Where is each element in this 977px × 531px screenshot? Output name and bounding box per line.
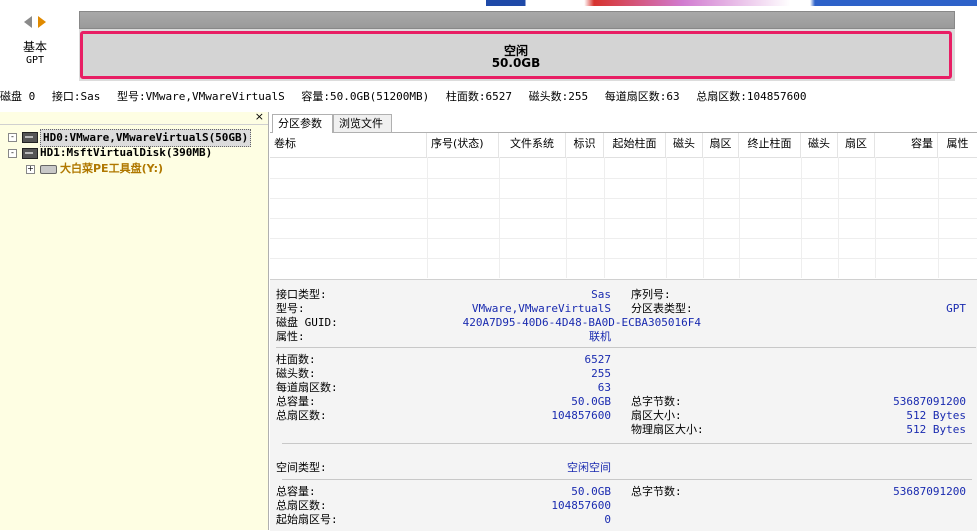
top-banner-strip [486, 0, 977, 6]
col-attributes[interactable]: 属性 [938, 133, 977, 157]
tab-bar: 分区参数 浏览文件 [270, 112, 977, 133]
free-total-sectors-label: 总扇区数: [276, 499, 327, 512]
physical-sector-size-value: 512 Bytes [906, 423, 966, 436]
interface-type-value: Sas [591, 288, 611, 301]
disk-info-capacity: 容量:50.0GB(51200MB) [301, 90, 430, 103]
partition-table-type-value: GPT [946, 302, 966, 315]
divider [282, 479, 972, 480]
partition-table: 卷标 序号(状态) 文件系统 标识 起始柱面 磁头 扇区 终止柱面 磁头 扇区 … [270, 133, 977, 278]
free-total-bytes-value: 53687091200 [893, 485, 966, 498]
table-row[interactable] [270, 178, 977, 199]
disk-details: 接口类型: Sas 序列号: 型号: VMware,VMwareVirtualS… [270, 279, 977, 531]
col-index-status[interactable]: 序号(状态) [427, 133, 499, 157]
tree-item-label: 大白菜PE工具盘(Y:) [60, 162, 164, 175]
table-row[interactable] [270, 198, 977, 219]
free-total-capacity-value: 50.0GB [571, 485, 611, 498]
cylinders-label: 柱面数: [276, 353, 316, 366]
table-row[interactable] [270, 218, 977, 239]
free-space-size: 50.0GB [491, 56, 541, 70]
sectors-per-track-label: 每道扇区数: [276, 381, 338, 394]
col-start-head[interactable]: 磁头 [666, 133, 703, 157]
heads-value: 255 [591, 367, 611, 380]
arrow-right-icon[interactable] [38, 16, 46, 28]
disk-guid-label: 磁盘 GUID: [276, 316, 338, 329]
partition-bar-header [79, 11, 955, 29]
disk-style-label: GPT [25, 55, 45, 66]
col-end-head[interactable]: 磁头 [801, 133, 838, 157]
col-capacity[interactable]: 容量 [875, 133, 938, 157]
disk-nav [22, 16, 50, 32]
model-label: 型号: [276, 302, 305, 315]
disk-info-disk: 磁盘 0 [0, 90, 36, 103]
partition-table-type-label: 分区表类型: [631, 302, 693, 315]
divider [282, 443, 972, 444]
free-total-sectors-value: 104857600 [551, 499, 611, 512]
partition-bar: 空闲 50.0GB [79, 11, 955, 81]
free-total-capacity-label: 总容量: [276, 485, 316, 498]
disk-info-heads: 磁头数:255 [528, 90, 589, 103]
usb-drive-icon [40, 165, 57, 174]
col-start-sector[interactable]: 扇区 [703, 133, 739, 157]
tab-browse-files[interactable]: 浏览文件 [333, 114, 392, 132]
disk-map-area: 基本 GPT 空闲 50.0GB [0, 0, 977, 88]
col-end-sector[interactable]: 扇区 [838, 133, 875, 157]
disk-info-line: 磁盘 0 接口:Sas 型号:VMware,VMwareVirtualS 容量:… [0, 89, 977, 107]
space-type-value: 空闲空间 [567, 461, 611, 474]
total-bytes-label: 总字节数: [631, 395, 682, 408]
divider [276, 347, 976, 348]
disk-info-spt: 每道扇区数:63 [604, 90, 680, 103]
total-capacity-value: 50.0GB [571, 395, 611, 408]
disk-info-total-sectors: 总扇区数:104857600 [696, 90, 807, 103]
total-sectors-value: 104857600 [551, 409, 611, 422]
attribute-value: 联机 [589, 330, 611, 343]
sector-size-value: 512 Bytes [906, 409, 966, 422]
detail-panel: 分区参数 浏览文件 卷标 序号(状态) 文件系统 标识 起始柱面 磁头 扇区 终… [270, 112, 977, 531]
disk-info-interface: 接口:Sas [51, 90, 101, 103]
free-total-bytes-label: 总字节数: [631, 485, 682, 498]
col-filesystem[interactable]: 文件系统 [499, 133, 566, 157]
disk-tree-panel: × - HD0:VMware,VMwareVirtualS(50GB) - HD… [0, 111, 269, 530]
table-row[interactable] [270, 238, 977, 259]
space-type-label: 空间类型: [276, 461, 327, 474]
hard-disk-icon [22, 148, 38, 159]
cylinders-value: 6527 [584, 353, 612, 366]
disk-guid-value: 420A7D95-40D6-4D48-BA0D-ECBA305016F4 [462, 316, 701, 329]
model-value: VMware,VMwareVirtualS [471, 302, 611, 315]
total-sectors-label: 总扇区数: [276, 409, 327, 422]
sector-size-label: 扇区大小: [631, 409, 682, 422]
attribute-label: 属性: [276, 330, 305, 343]
hard-disk-icon [22, 132, 38, 143]
tree-item-label: HD1:MsftVirtualDisk(390MB) [40, 146, 213, 159]
disk-type-label: 基本 [22, 40, 47, 54]
close-icon[interactable]: × [255, 111, 264, 123]
disk-info-cylinders: 柱面数:6527 [445, 90, 513, 103]
partition-table-header: 卷标 序号(状态) 文件系统 标识 起始柱面 磁头 扇区 终止柱面 磁头 扇区 … [270, 133, 977, 158]
table-row[interactable] [270, 158, 977, 179]
col-volume-label[interactable]: 卷标 [270, 133, 427, 157]
col-id[interactable]: 标识 [566, 133, 604, 157]
serial-label: 序列号: [631, 288, 671, 301]
sectors-per-track-value: 63 [597, 381, 611, 394]
col-end-cylinder[interactable]: 终止柱面 [739, 133, 801, 157]
arrow-left-icon[interactable] [24, 16, 32, 28]
tree-header: × [0, 111, 268, 125]
expand-icon[interactable]: + [26, 165, 35, 174]
total-bytes-value: 53687091200 [893, 395, 966, 408]
collapse-icon[interactable]: - [8, 133, 17, 142]
col-start-cylinder[interactable]: 起始柱面 [604, 133, 666, 157]
heads-label: 磁头数: [276, 367, 316, 380]
start-sector-label: 起始扇区号: [276, 513, 338, 526]
total-capacity-label: 总容量: [276, 395, 316, 408]
disk-info-model: 型号:VMware,VMwareVirtualS [117, 90, 285, 103]
interface-type-label: 接口类型: [276, 288, 327, 301]
physical-sector-size-label: 物理扇区大小: [631, 423, 704, 436]
free-space-block[interactable]: 空闲 50.0GB [80, 31, 952, 79]
collapse-icon[interactable]: - [8, 149, 17, 158]
start-sector-value: 0 [604, 513, 611, 526]
tab-partition-params[interactable]: 分区参数 [272, 114, 333, 133]
table-row[interactable] [270, 258, 977, 278]
